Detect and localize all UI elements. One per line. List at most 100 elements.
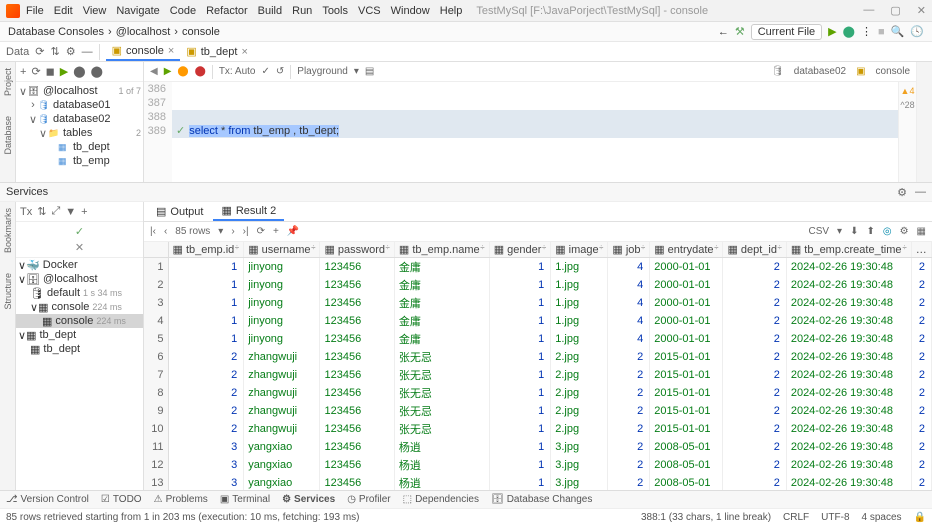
result-tab-result-2[interactable]: ▦Result 2 bbox=[213, 203, 284, 221]
next-page-icon[interactable]: › bbox=[231, 226, 234, 237]
notify-icon[interactable]: 🕓 bbox=[910, 25, 924, 38]
ed-back-icon[interactable]: ◀ bbox=[150, 66, 158, 77]
db-node-tb_dept[interactable]: ▦tb_dept bbox=[16, 140, 143, 154]
first-page-icon[interactable]: |‹ bbox=[150, 226, 156, 237]
back-icon[interactable]: ← bbox=[718, 26, 729, 38]
tree-plus-icon[interactable]: + bbox=[20, 66, 26, 78]
svc-node-tb_dept[interactable]: ▦tb_dept bbox=[16, 342, 143, 356]
project-toolwindow[interactable]: Project bbox=[3, 68, 13, 96]
lock-icon[interactable]: 🔒 bbox=[914, 512, 926, 523]
col-tb_emp-id[interactable]: ▦ tb_emp.id÷ bbox=[168, 242, 244, 258]
table-row[interactable]: 72zhangwuji123456张无忌12.jpg22015-01-01220… bbox=[144, 366, 932, 384]
structure-toolwindow[interactable]: Structure bbox=[3, 273, 13, 310]
tree-play-icon[interactable]: ▶ bbox=[60, 65, 68, 78]
breadcrumb-host[interactable]: @localhost bbox=[116, 26, 171, 38]
col-dept_id[interactable]: ▦ dept_id÷ bbox=[723, 242, 786, 258]
table-row[interactable]: 11jinyong123456金庸11.jpg42000-01-0122024-… bbox=[144, 258, 932, 277]
maximize-icon[interactable]: ▢ bbox=[890, 4, 900, 17]
svc-expand-icon[interactable]: ⤢ bbox=[51, 205, 60, 218]
svc-filter-icon[interactable]: ▼ bbox=[65, 206, 76, 218]
svc-check-icon[interactable]: ✓ bbox=[75, 225, 84, 238]
grid-layout-icon[interactable]: ▦ bbox=[917, 226, 926, 237]
col-job[interactable]: ▦ job÷ bbox=[608, 242, 650, 258]
svc-node-tb_dept[interactable]: ∨▦tb_dept bbox=[16, 328, 143, 342]
table-row[interactable]: 82zhangwuji123456张无忌12.jpg22015-01-01220… bbox=[144, 384, 932, 402]
indent-info[interactable]: 4 spaces bbox=[862, 512, 902, 523]
col-tb_emp-create_time[interactable]: ▦ tb_emp.create_time÷ bbox=[786, 242, 911, 258]
col-gender[interactable]: ▦ gender÷ bbox=[489, 242, 551, 258]
svc-cross-icon[interactable]: ✕ bbox=[75, 241, 84, 254]
menu-window[interactable]: Window bbox=[391, 5, 430, 17]
tree-stop-icon[interactable]: ◼ bbox=[46, 65, 55, 78]
svc-plus-icon[interactable]: + bbox=[81, 206, 87, 218]
menu-file[interactable]: File bbox=[26, 5, 44, 17]
table-row[interactable]: 102zhangwuji123456张无忌12.jpg22015-01-0122… bbox=[144, 420, 932, 438]
playground-dropdown[interactable]: Playground bbox=[297, 66, 348, 77]
minus-icon[interactable]: — bbox=[82, 46, 93, 58]
close-icon[interactable]: × bbox=[241, 46, 247, 58]
table-row[interactable]: 62zhangwuji123456张无忌12.jpg22015-01-01220… bbox=[144, 348, 932, 366]
download-icon[interactable]: ⬇ bbox=[850, 226, 858, 237]
db-node-database01[interactable]: ›🛢database01 bbox=[16, 98, 143, 112]
settings-icon[interactable]: ⚙ bbox=[66, 45, 76, 58]
breadcrumb-db[interactable]: Database Consoles bbox=[8, 26, 104, 38]
svc-node-Docker[interactable]: ∨🐳Docker bbox=[16, 258, 143, 272]
export-format[interactable]: CSV bbox=[808, 226, 829, 237]
session-label[interactable]: console bbox=[876, 66, 910, 77]
hammer-icon[interactable]: ⚒ bbox=[735, 25, 745, 38]
grid-settings-icon[interactable]: ⚙ bbox=[900, 226, 909, 237]
menu-build[interactable]: Build bbox=[258, 5, 282, 17]
upload-icon[interactable]: ⬆ bbox=[866, 226, 874, 237]
add-row-icon[interactable]: + bbox=[273, 226, 279, 237]
col-username[interactable]: ▦ username÷ bbox=[244, 242, 320, 258]
target-icon[interactable]: ◎ bbox=[883, 226, 892, 237]
col-image[interactable]: ▦ image÷ bbox=[551, 242, 608, 258]
execute-button-icon[interactable]: ▶ bbox=[164, 66, 172, 77]
minimize-icon[interactable]: — bbox=[863, 4, 874, 17]
reload-icon[interactable]: ⟳ bbox=[257, 226, 265, 237]
layout-icon[interactable]: ▤ bbox=[365, 66, 374, 77]
schema-label[interactable]: database02 bbox=[794, 66, 846, 77]
filter-icon[interactable]: ⇅ bbox=[50, 45, 59, 58]
breadcrumb-console[interactable]: console bbox=[182, 26, 220, 38]
close-icon[interactable]: × bbox=[168, 45, 174, 57]
bookmarks-toolwindow[interactable]: Bookmarks bbox=[3, 208, 13, 253]
svc-node-console[interactable]: ▦console224 ms bbox=[16, 314, 143, 328]
table-row[interactable]: 113yangxiao123456杨逍13.jpg22008-05-012202… bbox=[144, 438, 932, 456]
more-icon[interactable]: ⋮ bbox=[861, 25, 872, 38]
db-node-tables[interactable]: ∨📁tables2 bbox=[16, 126, 143, 140]
run-button-icon[interactable]: ▶ bbox=[828, 25, 836, 38]
db-node-database02[interactable]: ∨🛢database02 bbox=[16, 112, 143, 126]
svc-link-icon[interactable]: ⇅ bbox=[37, 205, 46, 218]
table-row[interactable]: 51jinyong123456金庸11.jpg42000-01-0122024-… bbox=[144, 330, 932, 348]
rollback-icon[interactable]: ⬤ bbox=[195, 66, 206, 77]
menu-code[interactable]: Code bbox=[170, 5, 196, 17]
svc-node-default[interactable]: 🛢default1 s 34 ms bbox=[16, 286, 143, 300]
tx-mode-dropdown[interactable]: Tx: Auto bbox=[219, 66, 256, 77]
refresh-icon[interactable]: ⟳ bbox=[35, 45, 44, 58]
col-entrydate[interactable]: ▦ entrydate÷ bbox=[650, 242, 723, 258]
db-node-@localhost[interactable]: ∨🗄@localhost1 of 7 bbox=[16, 84, 143, 98]
prev-page-icon[interactable]: ‹ bbox=[164, 226, 167, 237]
menu-navigate[interactable]: Navigate bbox=[116, 5, 159, 17]
tree-refresh-icon[interactable]: ⟳ bbox=[31, 65, 40, 78]
table-row[interactable]: 21jinyong123456金庸11.jpg42000-01-0122024-… bbox=[144, 276, 932, 294]
tab-console[interactable]: ▣console× bbox=[106, 43, 181, 61]
last-page-icon[interactable]: ›| bbox=[243, 226, 249, 237]
stop-icon[interactable]: ■ bbox=[878, 26, 885, 38]
table-row[interactable]: 133yangxiao123456杨逍13.jpg22008-05-012202… bbox=[144, 474, 932, 490]
menu-tools[interactable]: Tools bbox=[322, 5, 348, 17]
database-toolwindow[interactable]: Database bbox=[3, 116, 13, 155]
col-password[interactable]: ▦ password÷ bbox=[320, 242, 394, 258]
menu-vcs[interactable]: VCS bbox=[358, 5, 381, 17]
debug-button-icon[interactable]: ⬤ bbox=[843, 25, 855, 38]
tree-rollback-icon[interactable]: ⬤ bbox=[91, 65, 103, 78]
tree-tx-icon[interactable]: ⬤ bbox=[73, 65, 85, 78]
result-tab-output[interactable]: ▤Output bbox=[148, 203, 211, 221]
result-grid[interactable]: ▦ tb_emp.id÷▦ username÷▦ password÷▦ tb_e… bbox=[144, 242, 932, 490]
db-node-tb_emp[interactable]: ▦tb_emp bbox=[16, 154, 143, 168]
menu-run[interactable]: Run bbox=[292, 5, 312, 17]
table-row[interactable]: 92zhangwuji123456张无忌12.jpg22015-01-01220… bbox=[144, 402, 932, 420]
col-tb_emp-name[interactable]: ▦ tb_emp.name÷ bbox=[394, 242, 489, 258]
tab-tb_dept[interactable]: ▣tb_dept× bbox=[180, 43, 254, 61]
